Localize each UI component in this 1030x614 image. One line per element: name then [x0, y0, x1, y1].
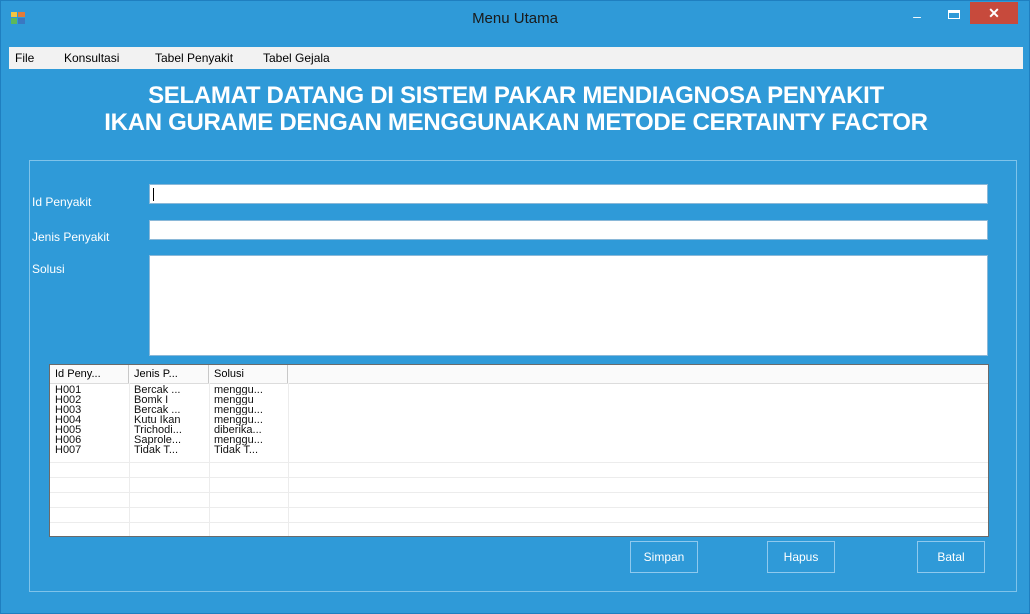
window-title: Menu Utama: [472, 10, 558, 27]
cell-jenis: Bomk I: [134, 395, 169, 405]
table-row[interactable]: H002 Bomk I menggu: [50, 395, 988, 405]
table-row[interactable]: H004 Kutu Ikan menggu...: [50, 415, 988, 425]
batal-button[interactable]: Batal: [917, 541, 985, 573]
cell-solusi: Tidak T...: [214, 445, 259, 455]
maximize-button[interactable]: [941, 7, 967, 25]
cell-solusi: menggu: [214, 395, 254, 405]
menu-tabel-gejala[interactable]: Tabel Gejala: [263, 51, 330, 65]
cell-solusi: diberika...: [214, 425, 262, 435]
column-header-solusi[interactable]: Solusi: [209, 365, 288, 383]
row-divider: [50, 507, 988, 508]
table-row[interactable]: H006 Saprole... menggu...: [50, 435, 988, 445]
column-header-id[interactable]: Id Peny...: [50, 365, 129, 383]
table-header: Id Peny... Jenis P... Solusi: [50, 365, 988, 384]
id-penyakit-input[interactable]: [149, 184, 988, 204]
minimize-button[interactable]: –: [904, 7, 930, 25]
client-area: SELAMAT DATANG DI SISTEM PAKAR MENDIAGNO…: [9, 69, 1023, 602]
jenis-penyakit-label: Jenis Penyakit: [32, 230, 110, 244]
id-penyakit-label: Id Penyakit: [32, 195, 92, 209]
table-row[interactable]: H007 Tidak T... Tidak T...: [50, 445, 988, 455]
heading-line-2: IKAN GURAME DENGAN MENGGUNAKAN METODE CE…: [104, 109, 928, 136]
cell-solusi: menggu...: [214, 385, 263, 395]
hapus-button[interactable]: Hapus: [767, 541, 835, 573]
main-window: Menu Utama – ✕ File Konsultasi Tabel Pen…: [0, 0, 1030, 614]
menu-bar: File Konsultasi Tabel Penyakit Tabel Gej…: [9, 47, 1023, 69]
cell-id: H004: [55, 415, 82, 425]
cell-jenis: Kutu Ikan: [134, 415, 181, 425]
text-caret: [153, 188, 154, 201]
penyakit-table[interactable]: Id Peny... Jenis P... Solusi H001 Bercak…: [49, 364, 989, 537]
cell-id: H007: [55, 445, 82, 455]
cell-jenis: Bercak ...: [134, 405, 181, 415]
row-divider: [50, 522, 988, 523]
jenis-penyakit-input[interactable]: [149, 220, 988, 240]
cell-id: H006: [55, 435, 82, 445]
column-header-jenis[interactable]: Jenis P...: [129, 365, 209, 383]
cell-jenis: Trichodi...: [134, 425, 182, 435]
table-row[interactable]: H001 Bercak ... menggu...: [50, 385, 988, 395]
menu-tabel-penyakit[interactable]: Tabel Penyakit: [155, 51, 233, 65]
heading-line-1: SELAMAT DATANG DI SISTEM PAKAR MENDIAGNO…: [148, 82, 884, 109]
cell-solusi: menggu...: [214, 415, 263, 425]
solusi-textarea[interactable]: [149, 255, 988, 356]
menu-file[interactable]: File: [15, 51, 34, 65]
simpan-button[interactable]: Simpan: [630, 541, 698, 573]
cell-solusi: menggu...: [214, 405, 263, 415]
cell-id: H002: [55, 395, 82, 405]
row-divider: [50, 477, 988, 478]
close-button[interactable]: ✕: [970, 2, 1018, 24]
cell-jenis: Bercak ...: [134, 385, 181, 395]
maximize-icon: [948, 10, 960, 19]
title-bar: Menu Utama – ✕: [1, 1, 1029, 37]
cell-jenis: Tidak T...: [134, 445, 179, 455]
table-row[interactable]: H003 Bercak ... menggu...: [50, 405, 988, 415]
cell-solusi: menggu...: [214, 435, 263, 445]
row-divider: [50, 492, 988, 493]
cell-jenis: Saprole...: [134, 435, 182, 445]
table-row[interactable]: H005 Trichodi... diberika...: [50, 425, 988, 435]
cell-id: H005: [55, 425, 82, 435]
solusi-label: Solusi: [32, 262, 65, 276]
cell-id: H003: [55, 405, 82, 415]
menu-konsultasi[interactable]: Konsultasi: [64, 51, 119, 65]
row-divider: [50, 462, 988, 463]
cell-id: H001: [55, 385, 82, 395]
